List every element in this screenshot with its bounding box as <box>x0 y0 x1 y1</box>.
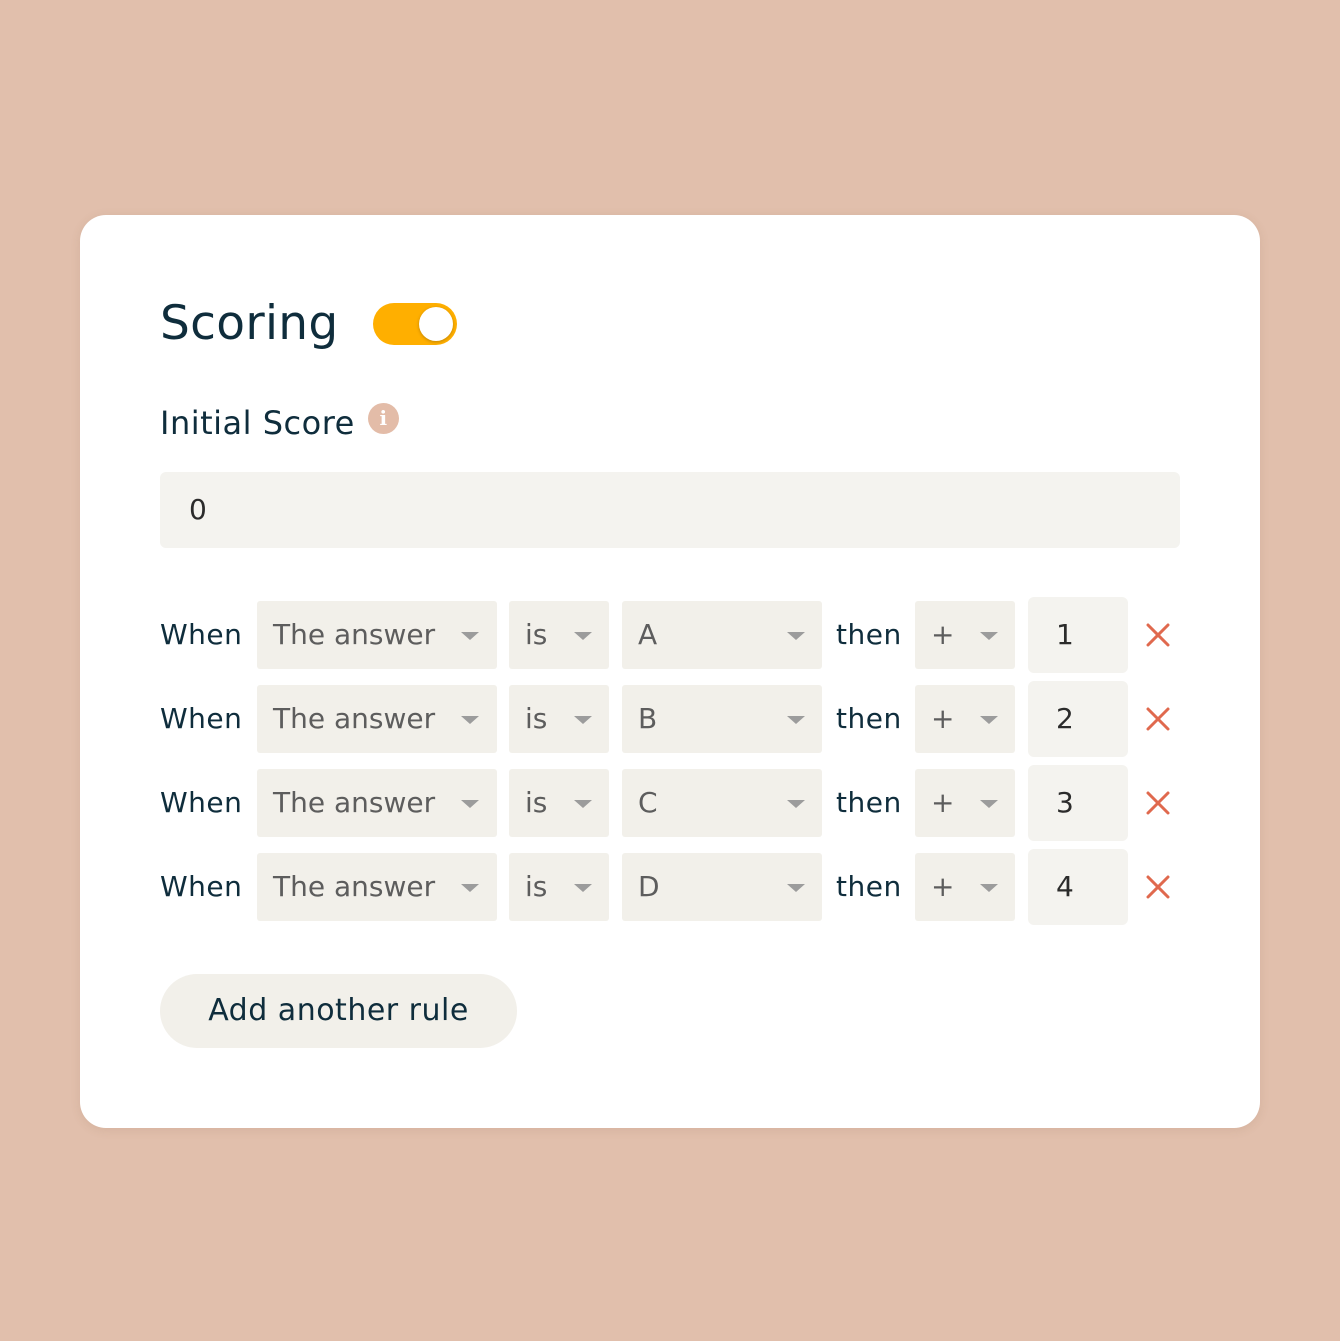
rule-subject-value: The answer <box>273 702 436 735</box>
scoring-card: Scoring Initial Score i 0 When The answe… <box>80 215 1260 1128</box>
rule-then-label: then <box>836 870 902 903</box>
rule-points-input[interactable]: 2 <box>1028 681 1128 757</box>
close-icon[interactable] <box>1144 789 1172 817</box>
chevron-down-icon <box>787 800 805 808</box>
rule-value-value: D <box>638 870 660 903</box>
rule-action-select[interactable]: + <box>915 769 1015 837</box>
chevron-down-icon <box>980 716 998 724</box>
chevron-down-icon <box>574 632 592 640</box>
add-rule-button[interactable]: Add another rule <box>160 974 517 1048</box>
chevron-down-icon <box>787 884 805 892</box>
rule-operator-value: is <box>525 618 548 651</box>
chevron-down-icon <box>574 800 592 808</box>
chevron-down-icon <box>980 884 998 892</box>
scoring-toggle[interactable] <box>372 303 457 345</box>
rule-then-label: then <box>836 702 902 735</box>
rule-points-input[interactable]: 4 <box>1028 849 1128 925</box>
toggle-knob <box>418 307 453 341</box>
rule-operator-value: is <box>525 702 548 735</box>
chevron-down-icon <box>980 632 998 640</box>
rule-value-value: C <box>638 786 658 819</box>
rule-value-value: A <box>638 618 658 651</box>
rule-when-label: When <box>160 702 243 735</box>
close-icon[interactable] <box>1144 705 1172 733</box>
rule-subject-select[interactable]: The answer <box>257 601 497 669</box>
rule-operator-select[interactable]: is <box>509 601 609 669</box>
close-icon[interactable] <box>1144 621 1172 649</box>
initial-score-label: Initial Score <box>160 404 355 442</box>
chevron-down-icon <box>461 632 479 640</box>
rule-subject-select[interactable]: The answer <box>257 853 497 921</box>
rule-operator-value: is <box>525 786 548 819</box>
rule-subject-value: The answer <box>273 786 436 819</box>
rule-subject-select[interactable]: The answer <box>257 685 497 753</box>
rule-operator-select[interactable]: is <box>509 853 609 921</box>
rule-value-value: B <box>638 702 658 735</box>
chevron-down-icon <box>787 632 805 640</box>
rule-value-select[interactable]: A <box>622 601 822 669</box>
initial-score-input[interactable]: 0 <box>160 472 1180 548</box>
close-icon[interactable] <box>1144 873 1172 901</box>
rule-subject-value: The answer <box>273 870 436 903</box>
rule-action-value: + <box>931 702 955 735</box>
rule-value-select[interactable]: C <box>622 769 822 837</box>
initial-score-header: Initial Score i <box>160 399 399 447</box>
chevron-down-icon <box>461 716 479 724</box>
rule-operator-select[interactable]: is <box>509 769 609 837</box>
rule-operator-select[interactable]: is <box>509 685 609 753</box>
rule-then-label: then <box>836 618 902 651</box>
rule-when-label: When <box>160 618 243 651</box>
rule-then-label: then <box>836 786 902 819</box>
scoring-header: Scoring <box>160 293 457 355</box>
rule-subject-value: The answer <box>273 618 436 651</box>
rule-action-select[interactable]: + <box>915 853 1015 921</box>
rule-action-select[interactable]: + <box>915 685 1015 753</box>
rule-action-select[interactable]: + <box>915 601 1015 669</box>
page-title: Scoring <box>160 296 339 351</box>
rule-value-select[interactable]: D <box>622 853 822 921</box>
rule-action-value: + <box>931 618 955 651</box>
rule-when-label: When <box>160 786 243 819</box>
rule-operator-value: is <box>525 870 548 903</box>
chevron-down-icon <box>787 716 805 724</box>
rule-when-label: When <box>160 870 243 903</box>
rule-action-value: + <box>931 786 955 819</box>
chevron-down-icon <box>461 800 479 808</box>
info-icon[interactable]: i <box>367 402 399 434</box>
rule-points-input[interactable]: 1 <box>1028 597 1128 673</box>
rule-points-input[interactable]: 3 <box>1028 765 1128 841</box>
chevron-down-icon <box>574 884 592 892</box>
chevron-down-icon <box>980 800 998 808</box>
rule-subject-select[interactable]: The answer <box>257 769 497 837</box>
rule-value-select[interactable]: B <box>622 685 822 753</box>
chevron-down-icon <box>461 884 479 892</box>
rule-action-value: + <box>931 870 955 903</box>
chevron-down-icon <box>574 716 592 724</box>
